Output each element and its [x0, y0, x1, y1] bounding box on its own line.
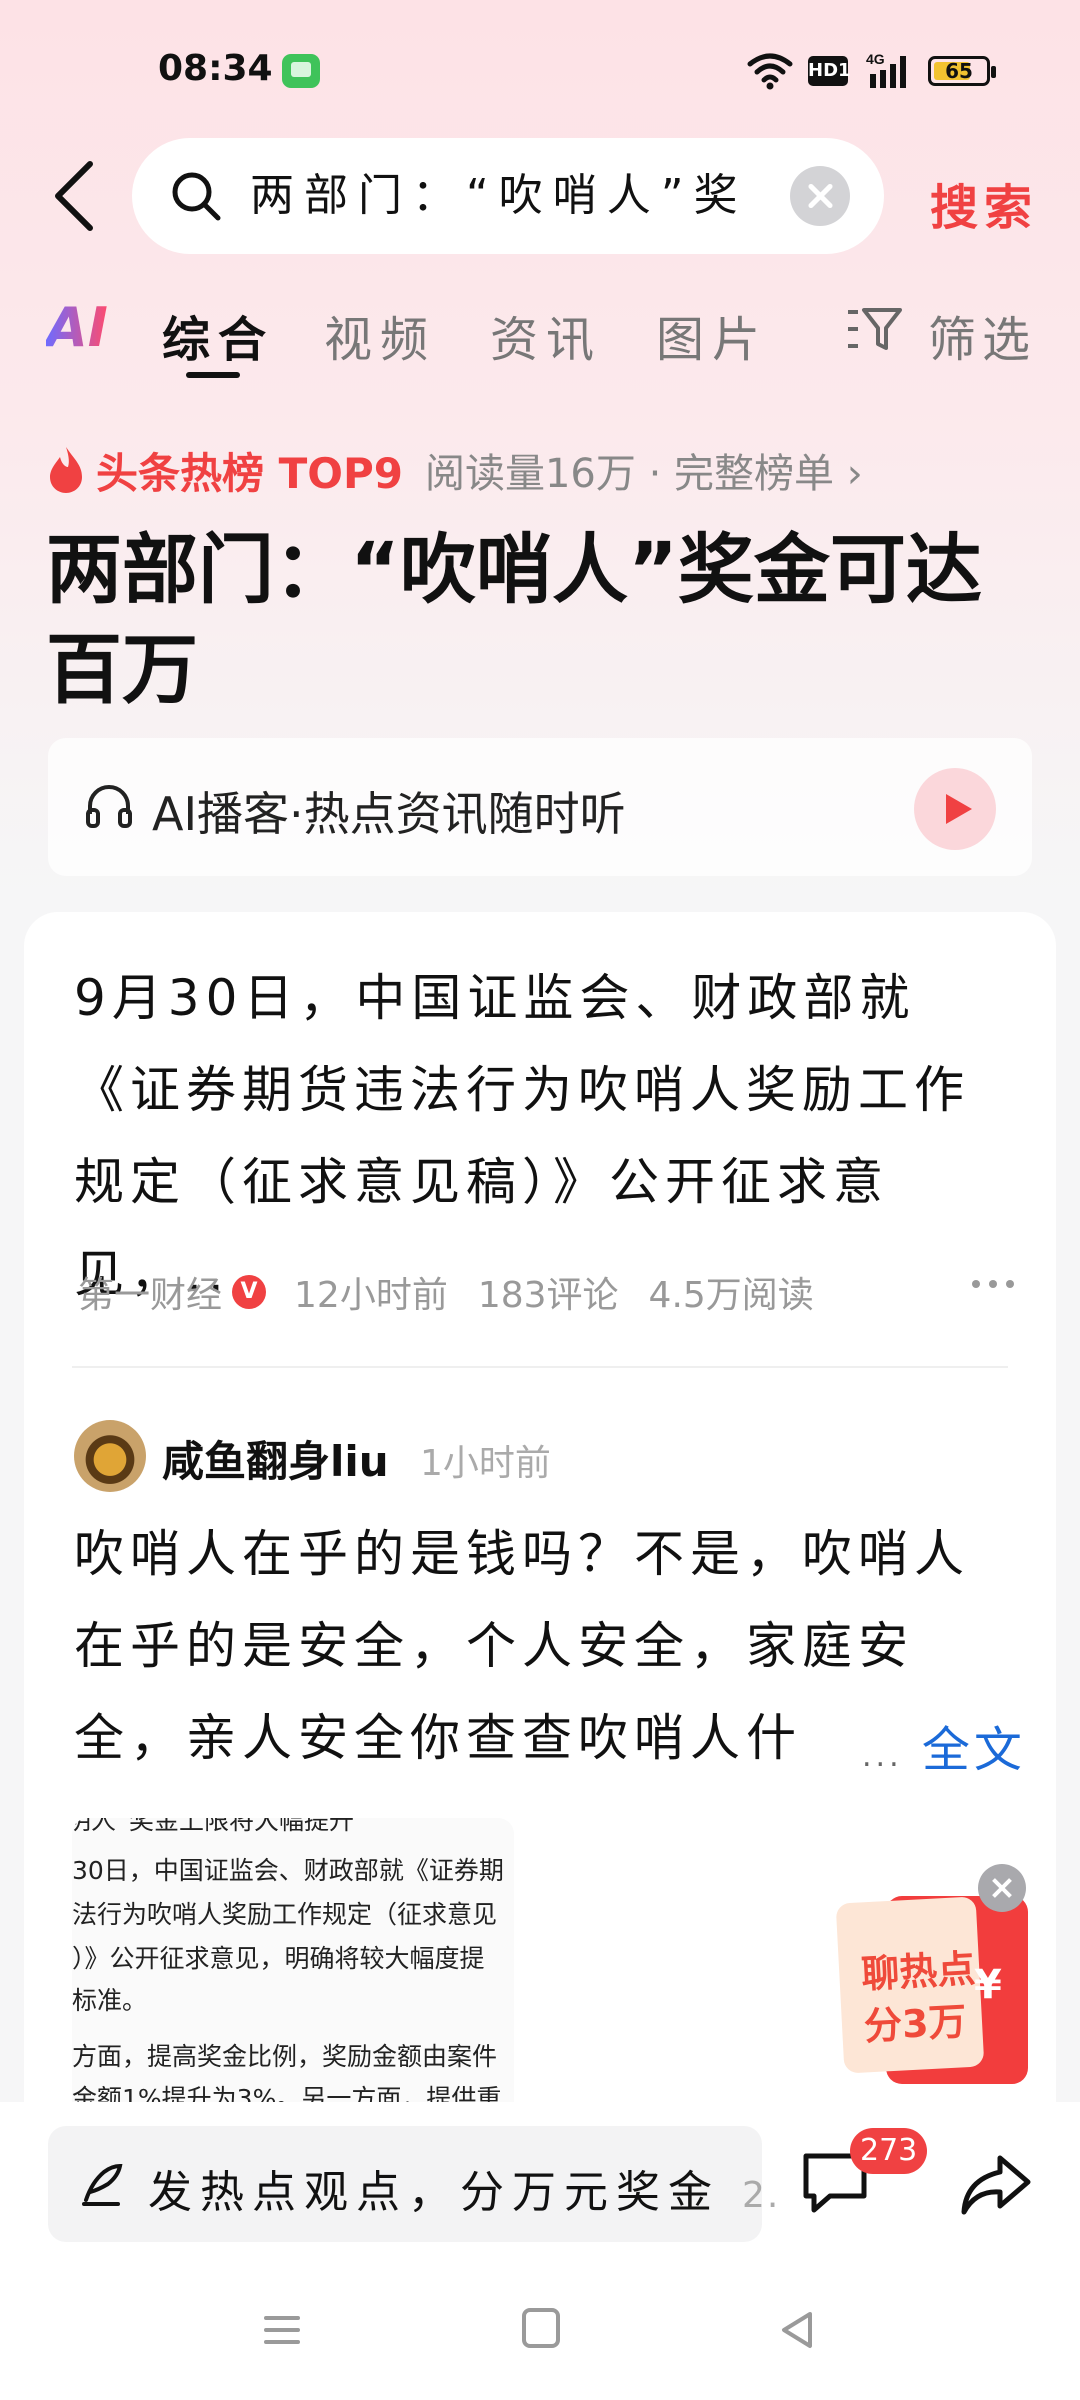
tab-filter[interactable]: 筛选	[928, 300, 1036, 370]
search-icon	[172, 172, 221, 221]
article-comments: 183评论	[477, 1275, 619, 1316]
comment-image-thumbnail[interactable]: 明人”奖金上限将大幅提升 30日，中国证监会、财政部就《证券期 法行为吹哨人奖励…	[72, 1818, 514, 2118]
promo-text: 聊热点 分3万	[860, 1946, 977, 2049]
tab-comprehensive[interactable]: 综合	[162, 300, 274, 370]
article-reads: 4.5万阅读	[648, 1275, 814, 1316]
home-icon[interactable]	[522, 2308, 560, 2348]
active-tab-indicator	[186, 372, 240, 378]
play-button[interactable]	[914, 768, 996, 850]
system-navigation-bar	[0, 2290, 1080, 2380]
compose-placeholder: 发热点观点，分万元奖金 2.	[148, 2167, 781, 2218]
search-button[interactable]: 搜索	[930, 168, 1038, 238]
article-time: 12小时前	[294, 1275, 448, 1316]
tab-video[interactable]: 视频	[324, 300, 436, 370]
back-arrow-icon[interactable]	[46, 156, 106, 236]
article-summary[interactable]: 9月30日，中国证监会、财政部就《证券期货违法行为吹哨人奖励工作规定（征求意见稿…	[74, 952, 1014, 1320]
yen-icon: ¥	[974, 1962, 1002, 2008]
status-time: 08:34	[158, 48, 273, 89]
hot-list-meta[interactable]: 阅读量16万 · 完整榜单 ›	[425, 441, 863, 499]
thumb-line: 30日，中国证监会、财政部就《证券期	[72, 1856, 504, 1885]
thumb-line: 法行为吹哨人奖励工作规定（征求意见	[72, 1900, 498, 1929]
promo-ticket: 聊热点 分3万	[835, 1896, 985, 2074]
promo-close-icon[interactable]	[978, 1864, 1026, 1912]
fire-icon	[50, 447, 82, 493]
ellipsis: ...	[862, 1739, 903, 1774]
battery-icon: 65	[928, 56, 996, 86]
system-back-icon[interactable]	[776, 2308, 820, 2352]
status-bar: 08:34 HD1 4G 65	[0, 0, 1080, 130]
ai-podcast-bar[interactable]: AI播客·热点资讯随时听	[48, 738, 1032, 876]
more-options-icon[interactable]	[968, 1274, 1018, 1294]
wifi-icon	[747, 53, 793, 90]
divider	[72, 1366, 1008, 1368]
search-tabs: AI 综合 视频 资讯 图片 筛选	[0, 290, 1080, 390]
full-text-link[interactable]: ... 全文	[862, 1710, 1026, 1780]
promo-floating-badge[interactable]: 聊热点 分3万 ¥	[835, 1888, 1028, 2084]
thumb-line: 明人”奖金上限将大幅提升	[72, 1818, 354, 1835]
article-meta: 第一财经 V 12小时前 183评论 4.5万阅读	[78, 1266, 1018, 1318]
svg-text:4G: 4G	[866, 51, 885, 67]
article-source[interactable]: 第一财经	[78, 1266, 222, 1318]
search-box[interactable]: 两部门：“吹哨人”奖	[132, 138, 884, 254]
comment-text[interactable]: 吹哨人在乎的是钱吗？不是，吹哨人在乎的是安全，个人安全，家庭安全，亲人安全你查查…	[74, 1508, 994, 1784]
tab-news[interactable]: 资讯	[490, 300, 602, 370]
comment-time: 1小时前	[420, 1443, 551, 1484]
recent-apps-icon[interactable]	[262, 2310, 302, 2350]
thumb-line: 方面，提高奖金比例，奖励金额由案件	[72, 2042, 498, 2071]
share-icon[interactable]	[958, 2150, 1034, 2222]
battery-level: 65	[945, 59, 973, 83]
thumb-line: 标准。	[72, 1986, 148, 2015]
compose-comment-field[interactable]: 发热点观点，分万元奖金 2.	[48, 2126, 778, 2242]
search-input[interactable]: 两部门：“吹哨人”奖	[250, 168, 790, 224]
tab-ai[interactable]: AI	[46, 296, 108, 359]
tab-images[interactable]: 图片	[656, 300, 768, 370]
comment-username[interactable]: 咸鱼翻身liu	[162, 1428, 389, 1489]
pen-icon	[82, 2163, 123, 2206]
thumb-line: ）》公开征求意见，明确将较大幅度提	[72, 1944, 485, 1973]
comment-count-badge: 273	[850, 2128, 928, 2174]
clear-search-button[interactable]	[790, 166, 850, 226]
hot-list-tag: 头条热榜 TOP9	[96, 448, 403, 498]
verified-badge-icon: V	[232, 1275, 267, 1309]
filter-icon[interactable]	[846, 304, 902, 354]
message-notification-icon	[282, 54, 320, 88]
headphone-icon	[86, 785, 132, 828]
hd-voice-icon: HD1	[808, 56, 851, 86]
full-text-label: 全文	[921, 1722, 1026, 1778]
hot-list-banner[interactable]: 头条热榜 TOP9 阅读量16万 · 完整榜单 ›	[46, 440, 863, 500]
podcast-label: AI播客·热点资讯随时听	[152, 787, 626, 841]
topic-headline: 两部门：“吹哨人”奖金可达百万	[46, 525, 982, 714]
cellular-signal-icon: 4G	[866, 51, 906, 88]
avatar[interactable]	[74, 1420, 146, 1492]
